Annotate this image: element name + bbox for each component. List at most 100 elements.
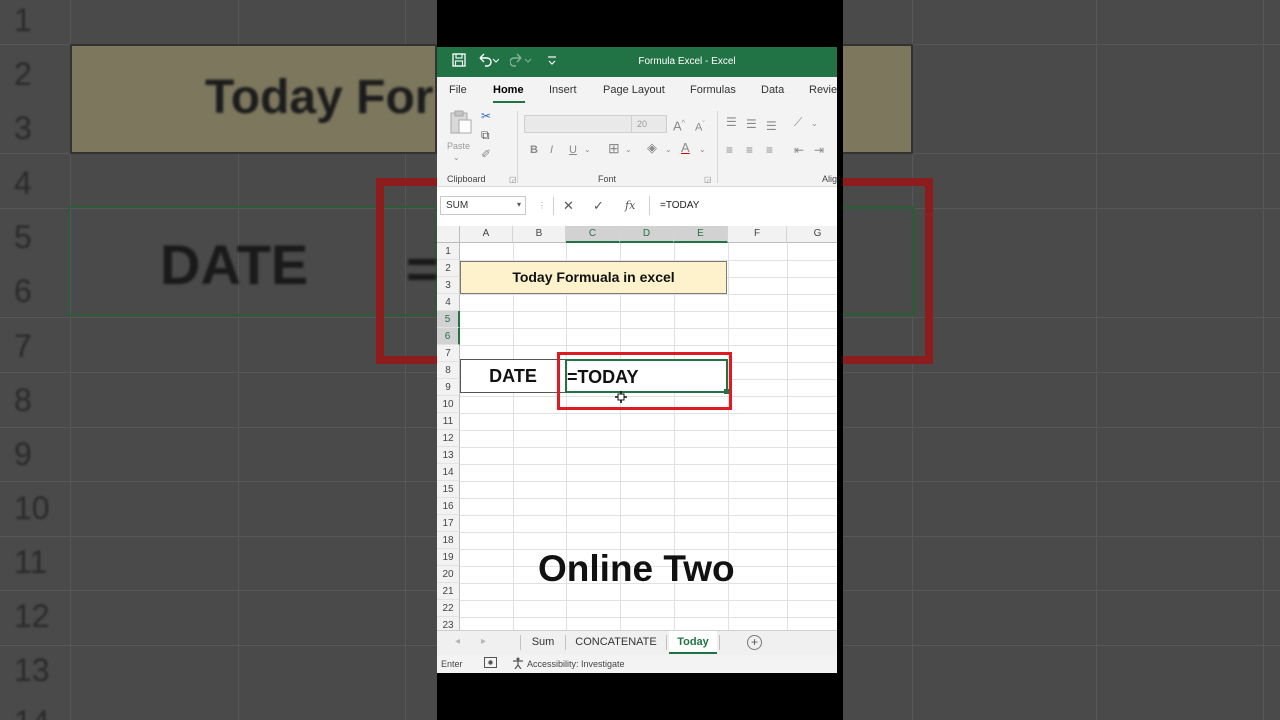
paste-icon[interactable]	[448, 109, 474, 138]
blurred-row-number: 6	[14, 273, 32, 309]
enter-icon[interactable]: ✓	[593, 198, 604, 214]
row-header[interactable]: 20	[437, 566, 460, 583]
date-label-cell[interactable]: DATE	[460, 359, 566, 393]
row-header[interactable]: 4	[437, 294, 460, 311]
blurred-row-number: 12	[14, 598, 50, 634]
cancel-icon[interactable]: ✕	[563, 198, 574, 214]
row-header[interactable]: 15	[437, 481, 460, 498]
middle-align-icon[interactable]: ☰	[746, 117, 757, 131]
next-sheet-icon[interactable]: ▸	[481, 636, 486, 647]
row-header[interactable]: 22	[437, 600, 460, 617]
row-header[interactable]: 13	[437, 447, 460, 464]
format-painter-icon[interactable]: ✐	[481, 147, 491, 161]
column-header-f[interactable]: F	[728, 226, 787, 243]
sheet-tab-bar: ◂ ▸ Sum CONCATENATE Today +	[437, 630, 837, 655]
row-header[interactable]: 9	[437, 379, 460, 396]
cut-icon[interactable]: ✂	[481, 109, 491, 123]
row-header[interactable]: 23	[437, 617, 460, 630]
row-header[interactable]: 8	[437, 362, 460, 379]
prev-sheet-icon[interactable]: ◂	[455, 636, 460, 647]
decrease-font-icon[interactable]: Aˇ	[695, 118, 705, 135]
column-header-e[interactable]: E	[674, 226, 728, 243]
clipboard-launcher-icon[interactable]: ◲	[509, 173, 517, 187]
select-all-corner[interactable]	[437, 226, 460, 243]
align-left-icon[interactable]: ≡	[726, 143, 733, 157]
row-header[interactable]: 2	[437, 260, 460, 277]
title-cell[interactable]: Today Formuala in excel	[460, 261, 727, 294]
title-bar: Formula Excel - Excel	[437, 47, 837, 77]
tab-insert[interactable]: Insert	[549, 84, 577, 96]
row-header[interactable]: 18	[437, 532, 460, 549]
row-header[interactable]: 3	[437, 277, 460, 294]
insert-function-icon[interactable]: fx	[625, 199, 635, 212]
blurred-row-number: 7	[14, 328, 32, 364]
orientation-dropdown-icon[interactable]: ⌄	[811, 117, 818, 131]
cell-mode-status: Enter	[441, 659, 463, 669]
column-header-a[interactable]: A	[460, 226, 513, 243]
formula-input[interactable]: =TODAY	[649, 196, 835, 215]
name-box-dropdown-icon[interactable]: ▾	[517, 200, 521, 209]
borders-dropdown-icon[interactable]: ⌄	[625, 143, 632, 157]
blurred-background-right	[843, 0, 1280, 720]
italic-button[interactable]: I	[550, 143, 553, 157]
row-header[interactable]: 17	[437, 515, 460, 532]
borders-icon[interactable]: ⊞	[608, 141, 620, 155]
font-color-dropdown-icon[interactable]: ⌄	[699, 143, 706, 157]
row-header[interactable]: 16	[437, 498, 460, 515]
blurred-row-number: 8	[14, 382, 32, 418]
sheet-tab-sum[interactable]: Sum	[523, 631, 563, 654]
decrease-indent-icon[interactable]: ⇤	[794, 143, 804, 157]
font-name-box[interactable]	[524, 115, 632, 133]
tab-formulas[interactable]: Formulas	[690, 84, 736, 96]
bold-button[interactable]: B	[530, 143, 538, 157]
orientation-icon[interactable]: ⟋	[794, 115, 802, 129]
copy-icon[interactable]: ⧉	[481, 128, 490, 142]
font-color-icon[interactable]: A	[681, 141, 690, 155]
column-header-b[interactable]: B	[513, 226, 566, 243]
tab-home[interactable]: Home	[493, 84, 524, 96]
tab-page-layout[interactable]: Page Layout	[603, 84, 665, 96]
macro-record-icon[interactable]	[484, 657, 497, 670]
row-header[interactable]: 7	[437, 345, 460, 362]
top-align-icon[interactable]: ☰	[726, 115, 737, 129]
sheet-tab-concatenate[interactable]: CONCATENATE	[568, 631, 664, 654]
underline-dropdown-icon[interactable]: ⌄	[584, 143, 591, 157]
fill-color-dropdown-icon[interactable]: ⌄	[665, 143, 672, 157]
bottom-align-icon[interactable]: ☰	[766, 119, 777, 133]
underline-button[interactable]: U	[569, 143, 577, 157]
tab-file[interactable]: File	[449, 84, 467, 96]
font-launcher-icon[interactable]: ◲	[704, 173, 712, 187]
column-header-g[interactable]: G	[787, 226, 837, 243]
increase-indent-icon[interactable]: ⇥	[814, 143, 824, 157]
name-box[interactable]: SUM ▾	[440, 196, 526, 215]
align-center-icon[interactable]: ≡	[746, 143, 753, 157]
column-header-c[interactable]: C	[566, 226, 620, 243]
fill-color-icon[interactable]: ◈	[647, 141, 657, 155]
add-sheet-icon[interactable]: +	[747, 635, 762, 650]
ribbon: Paste ⌄ ✂ ⧉ ✐ Clipboard ◲ 20 A^ Aˇ B I U…	[437, 105, 837, 187]
sheet-tab-today[interactable]: Today	[669, 631, 717, 654]
increase-font-icon[interactable]: A^	[673, 117, 685, 133]
row-header[interactable]: 6	[437, 328, 460, 345]
accessibility-status[interactable]: Accessibility: Investigate	[527, 659, 625, 669]
row-gridline	[460, 498, 837, 499]
row-header[interactable]: 12	[437, 430, 460, 447]
font-size-box[interactable]: 20	[631, 115, 667, 133]
row-header[interactable]: 14	[437, 464, 460, 481]
row-header[interactable]: 5	[437, 311, 460, 328]
font-size-value: 20	[637, 119, 648, 129]
blurred-row-number: 13	[14, 652, 50, 688]
row-header[interactable]: 11	[437, 413, 460, 430]
row-header[interactable]: 21	[437, 583, 460, 600]
row-header[interactable]: 10	[437, 396, 460, 413]
row-header[interactable]: 1	[437, 243, 460, 260]
name-box-value: SUM	[446, 200, 469, 211]
column-header-d[interactable]: D	[620, 226, 674, 243]
tab-data[interactable]: Data	[761, 84, 784, 96]
paste-dropdown-icon[interactable]: ⌄	[453, 151, 460, 165]
row-header[interactable]: 19	[437, 549, 460, 566]
tab-review[interactable]: Review	[809, 84, 837, 96]
blurred-row-number: 10	[14, 490, 50, 526]
accessibility-icon[interactable]	[512, 657, 524, 671]
align-right-icon[interactable]: ≡	[766, 143, 773, 157]
